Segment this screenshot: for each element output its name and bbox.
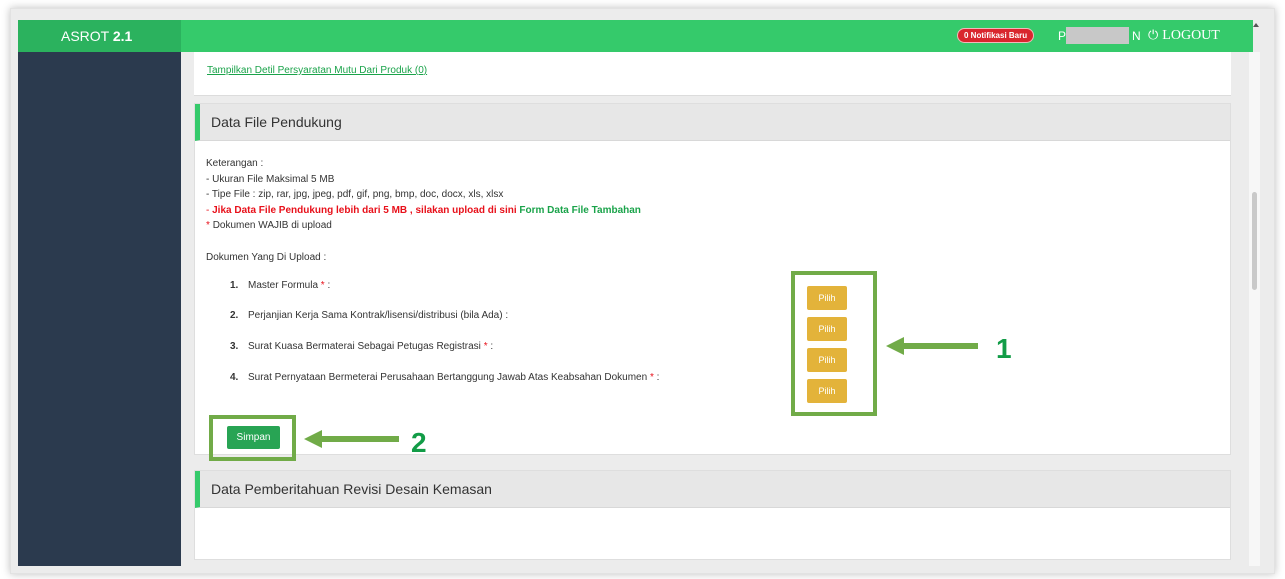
arrow-1-line — [902, 343, 978, 349]
sidebar — [18, 52, 181, 566]
note-large-files-text: Jika Data File Pendukung lebih dari 5 MB… — [212, 204, 517, 216]
user-name-end: N — [1132, 29, 1141, 43]
scroll-up-arrow-icon[interactable] — [1253, 23, 1259, 27]
support-files-panel: Data File Pendukung Keterangan : - Ukura… — [194, 103, 1231, 455]
support-files-title: Data File Pendukung — [195, 104, 1230, 141]
document-item: 4. Surat Pernyataan Bermeterai Perusahaan… — [230, 372, 660, 383]
power-icon: ⏻ — [1148, 28, 1159, 43]
document-item: 3. Surat Kuasa Bermaterai Sebagai Petugas… — [230, 341, 494, 352]
document-item: 1. Master Formula * : — [230, 280, 331, 291]
upload-notes: Keterangan : - Ukuran File Maksimal 5 MB… — [206, 156, 641, 234]
callout-1: 1 — [996, 333, 1012, 364]
show-quality-details-link[interactable]: Tampilkan Detil Persyaratan Mutu Dari Pr… — [207, 65, 427, 76]
quality-requirements-panel: Tampilkan Detil Persyaratan Mutu Dari Pr… — [194, 52, 1231, 96]
required-star: * — [206, 220, 210, 231]
logout-label: LOGOUT — [1162, 28, 1220, 43]
note-max-size: - Ukuran File Maksimal 5 MB — [206, 173, 335, 185]
brand-logo[interactable]: ASROT 2.1 — [18, 20, 181, 52]
packaging-revision-title: Data Pemberitahuan Revisi Desain Kemasan — [195, 471, 1230, 508]
arrow-2-line — [320, 436, 399, 442]
user-name-start: P — [1058, 29, 1067, 43]
logout-button[interactable]: ⏻ LOGOUT — [1148, 20, 1220, 52]
packaging-revision-panel: Data Pemberitahuan Revisi Desain Kemasan — [194, 470, 1231, 560]
save-button-highlight — [209, 415, 296, 461]
main-content: Tampilkan Detil Persyaratan Mutu Dari Pr… — [181, 52, 1240, 566]
notification-badge[interactable]: 0 Notifikasi Baru — [957, 28, 1035, 43]
brand-name: ASROT — [61, 28, 109, 44]
additional-file-form-link[interactable]: Form Data File Tambahan — [519, 205, 641, 216]
brand-version: 2.1 — [112, 28, 133, 44]
upload-documents-title: Dokumen Yang Di Upload : — [206, 252, 327, 263]
document-item: 2. Perjanjian Kerja Sama Kontrak/lisensi/… — [230, 310, 509, 321]
choose-buttons-highlight — [791, 271, 877, 416]
note-required: * Dokumen WAJIB di upload — [206, 220, 332, 231]
note-file-types: - Tipe File : zip, rar, jpg, jpeg, pdf, … — [206, 189, 504, 200]
top-navbar: ASROT 2.1 0 Notifikasi Baru P N ⏻ LOGOUT — [18, 20, 1253, 52]
notes-title: Keterangan : — [206, 158, 264, 169]
callout-2: 2 — [411, 427, 427, 458]
note-large-files: - Jika Data File Pendukung lebih dari 5 … — [206, 204, 641, 216]
user-name-redacted — [1066, 27, 1129, 44]
scrollbar[interactable] — [1249, 52, 1260, 566]
scrollbar-thumb[interactable] — [1252, 192, 1257, 290]
